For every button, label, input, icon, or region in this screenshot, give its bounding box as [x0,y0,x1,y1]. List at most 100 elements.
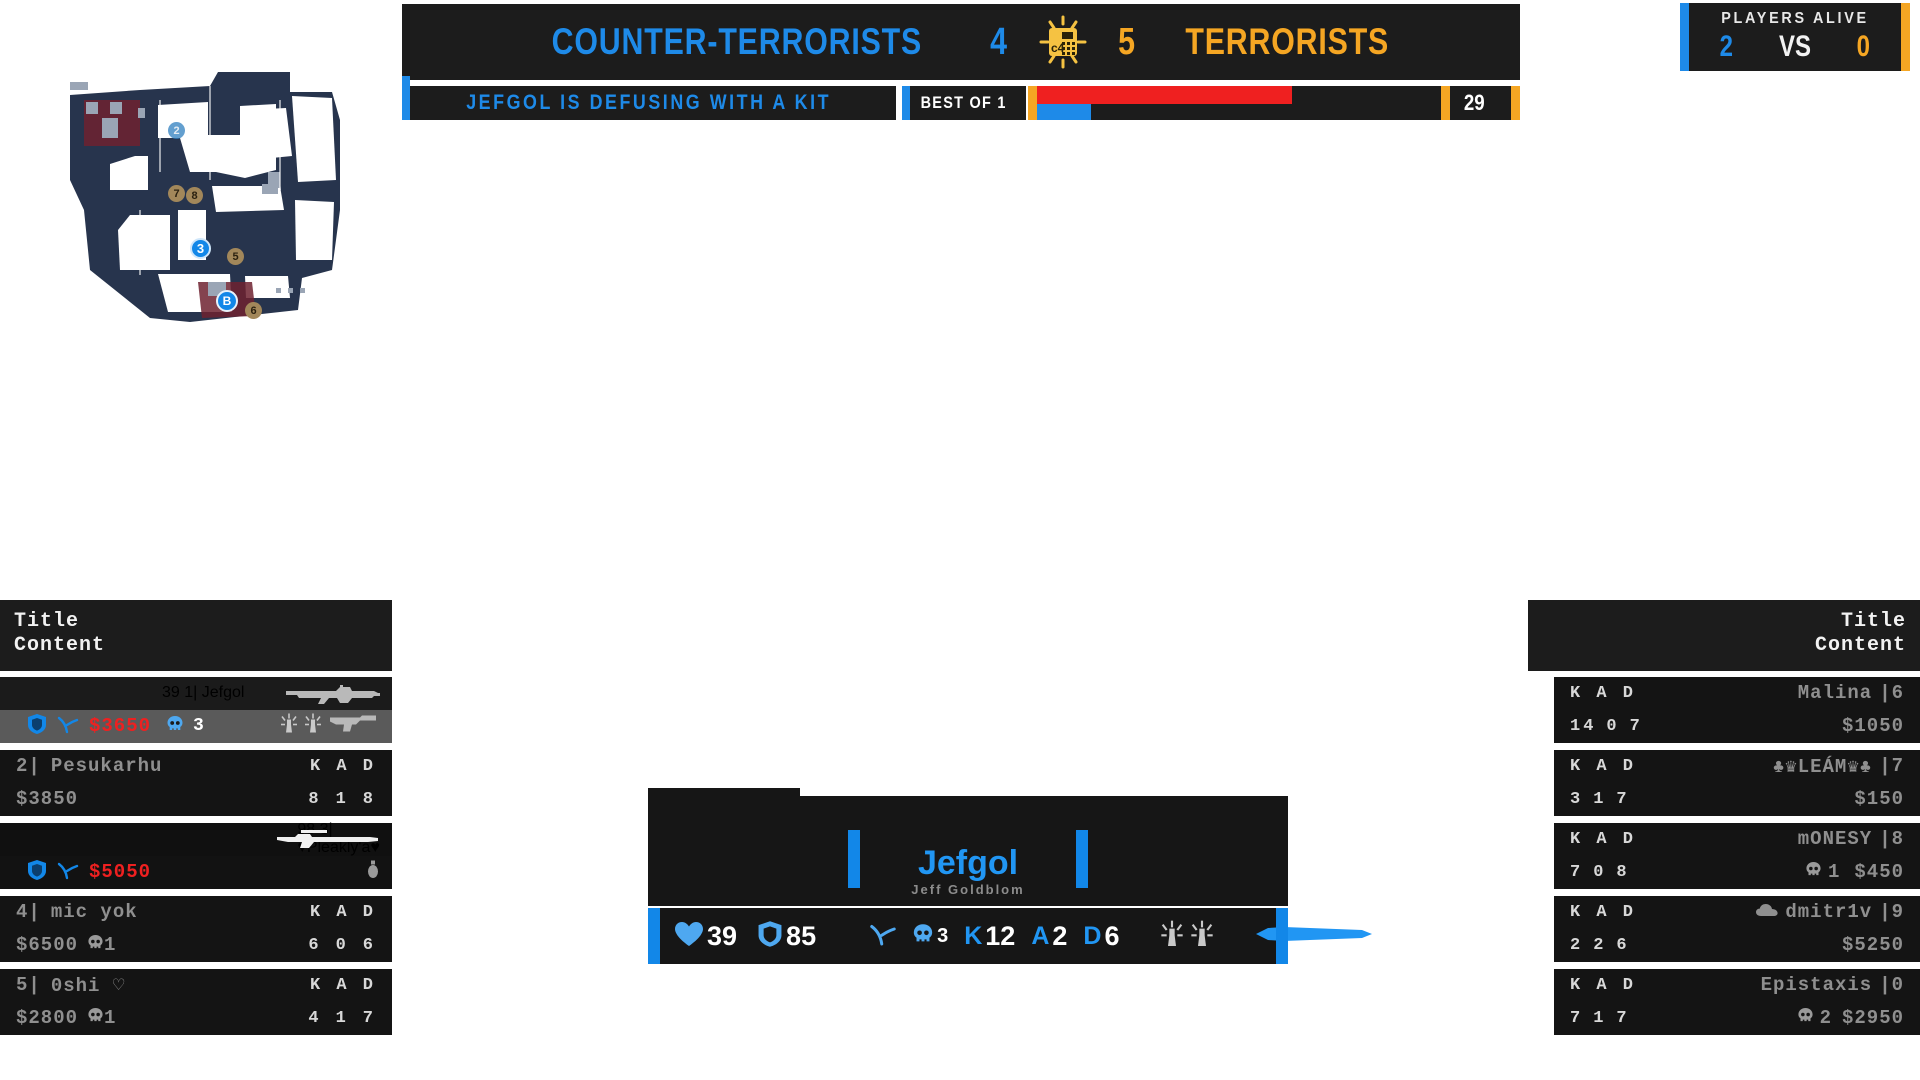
observed-player-nameplate: Jefgol Jeff Goldblom [648,796,1288,906]
observed-health-group: 39 [674,921,737,952]
t-row-5-kad-values: 7 1 7 [1570,1009,1630,1028]
ct-player-row-5[interactable]: 5| 0shi ♡ K A D $2800 1 4 1 7 [0,968,392,1035]
observed-armor: 85 [786,920,817,951]
t-row-2-name-wrap: ♣♛LEÁM♛♣ |7 [1773,755,1904,778]
ct-row-5-name: 0shi ♡ [50,974,126,997]
t-panel-title: Title [1840,610,1906,633]
t-row-3-kad-labels: K A D [1570,829,1637,849]
t-row-3-kills: 1 [1827,861,1841,884]
t-row-2-a: 1 [1593,789,1607,809]
t-panel-content: Content [1814,634,1906,658]
ct-row-5-kills: 1 [104,1007,117,1030]
ct-row-5-money: $2800 [16,1007,79,1030]
ct-row-2-kad-values: 8 1 8 [308,790,376,809]
t-row-3-statline: 7 0 8 1 $450 [1554,856,1920,889]
ct-row-5-kad-values: 4 1 7 [308,1009,376,1028]
t-row-3-kill-money: 1 $450 [1805,861,1904,883]
t-row-2-statline: 3 1 7 $150 [1554,783,1920,816]
observed-skull-count: 3 [937,924,949,947]
players-alive-panel: PLAYERS ALIVE 2 VS 0 [1680,3,1910,71]
observed-a-value: 2 [1052,920,1068,951]
t-row-4-name: dmitr1v [1785,901,1873,924]
t-row-3-slot: |8 [1879,828,1904,851]
t-row-2-slot: |7 [1879,754,1904,777]
t-row-3-k: 7 [1570,862,1584,882]
t-row-5-k: 7 [1570,1008,1584,1028]
ct-row-3-primary-weapon [275,828,380,850]
skull-icon [1797,1007,1814,1029]
t-row-5-a: 1 [1593,1008,1607,1028]
defuse-status-text: JEFGOL IS DEFUSING WITH A KIT [466,91,832,114]
t-row-5-money: $2950 [1841,1007,1904,1030]
ct-row-5-d: 7 [362,1008,376,1028]
ct-row-2-name: Pesukarhu [50,755,163,778]
observed-d-label: D [1083,921,1102,950]
skull-icon [166,715,184,738]
ct-player-row-3[interactable]: 98 3| ♥Pleakly'a♥ $5050 [0,821,392,889]
vs-label: VS [1778,30,1812,63]
ct-row-1-primary-weapon [280,681,380,705]
t-row-1-kad-values: 14 0 7 [1570,717,1643,736]
ct-row-1-slot: 1| [184,684,198,702]
t-row-1-slot: |6 [1879,682,1904,705]
t-row-4-d: 6 [1616,935,1630,955]
radar-dot-ct-3: 3 [190,238,211,259]
armor-helmet-icon [27,713,47,740]
observed-k-label: K [964,921,983,950]
t-row-3-a: 0 [1593,862,1607,882]
heart-icon [674,921,704,952]
round-divider [1441,86,1450,120]
t-row-3-name: mONESY [1797,828,1873,851]
t-row-2-money: $150 [1854,788,1904,811]
score-main-row: COUNTER-TERRORISTS 4 c4 5 TERRORISTS [402,4,1520,118]
ct-row-1-bottom: $3650 3 [0,709,392,743]
t-player-row-5[interactable]: K A D Epistaxis |0 7 1 7 2 $2950 [1554,968,1920,1035]
t-row-4-money: $5250 [1841,934,1904,957]
t-player-row-2[interactable]: K A D ♣♛LEÁM♛♣ |7 3 1 7 $150 [1554,749,1920,816]
ct-team-label: COUNTER-TERRORISTS [551,21,922,62]
radar-dot-t-5: 5 [227,248,244,265]
ct-row-1-top: 39 1| Jefgol [0,676,392,710]
t-row-4-kad-values: 2 2 6 [1570,936,1630,955]
minimap-radar[interactable]: 2 7 8 3 5 B 6 [40,60,360,340]
ct-row-4-a: 0 [335,935,349,955]
t-row-1-kad-labels: K A D [1570,683,1637,703]
flashbang-icon [280,713,298,740]
ct-row-2-d: 8 [362,789,376,809]
observed-deaths-group: D 6 [1083,921,1119,952]
ct-player-row-4[interactable]: 4| mic yok K A D $6500 1 6 0 6 [0,895,392,962]
t-row-5-name-wrap: Epistaxis |0 [1761,974,1904,996]
ct-panel-title: Title [14,610,80,633]
observed-player-name: Jefgol [917,844,1019,882]
t-row-3-kad-values: 7 0 8 [1570,863,1630,882]
t-player-row-3[interactable]: K A D mONESY |8 7 0 8 1 $450 [1554,822,1920,889]
ct-row-5-statline: $2800 1 4 1 7 [0,1002,392,1035]
ct-row-4-d: 6 [362,935,376,955]
bomb-timer-bar [1037,86,1292,104]
ct-row-2-a: 1 [335,789,349,809]
observed-player-card: Jefgol Jeff Goldblom 39 85 3 K 12 A 2 D … [648,788,1372,964]
ct-row-1-money: $3650 [89,715,152,738]
defuse-kit-icon [868,920,898,953]
players-alive-counts: 2 VS 0 [1718,30,1871,64]
ct-row-5-a: 1 [335,1008,349,1028]
t-row-2-kad-values: 3 1 7 [1570,790,1630,809]
observed-assists-group: A 2 [1031,921,1067,952]
defuse-kit-icon [56,713,80,740]
armor-helmet-icon [27,859,47,886]
ak47-icon [286,685,380,705]
t-player-row-4[interactable]: K A D dmitr1v |9 2 2 6 $5250 [1554,895,1920,962]
defuse-kit-icon [56,859,80,886]
t-row-1-nameline: K A D Malina |6 [1554,677,1920,710]
ct-player-row-1[interactable]: 39 1| Jefgol $3650 3 [0,676,392,743]
t-player-row-1[interactable]: K A D Malina |6 14 0 7 $1050 [1554,676,1920,743]
ct-row-1-nameline: 39 1| Jefgol [162,684,244,702]
t-row-3-name-wrap: mONESY |8 [1798,828,1904,850]
ct-row-2-kad-labels: K A D [309,756,376,776]
ct-player-row-2[interactable]: 2| Pesukarhu K A D $3850 8 1 8 [0,749,392,816]
t-row-2-k: 3 [1570,789,1584,809]
ct-row-4-k: 6 [308,935,322,955]
radar-dot-t-7: 7 [168,185,185,202]
skull-icon [87,1007,104,1029]
t-row-3-nameline: K A D mONESY |8 [1554,823,1920,856]
